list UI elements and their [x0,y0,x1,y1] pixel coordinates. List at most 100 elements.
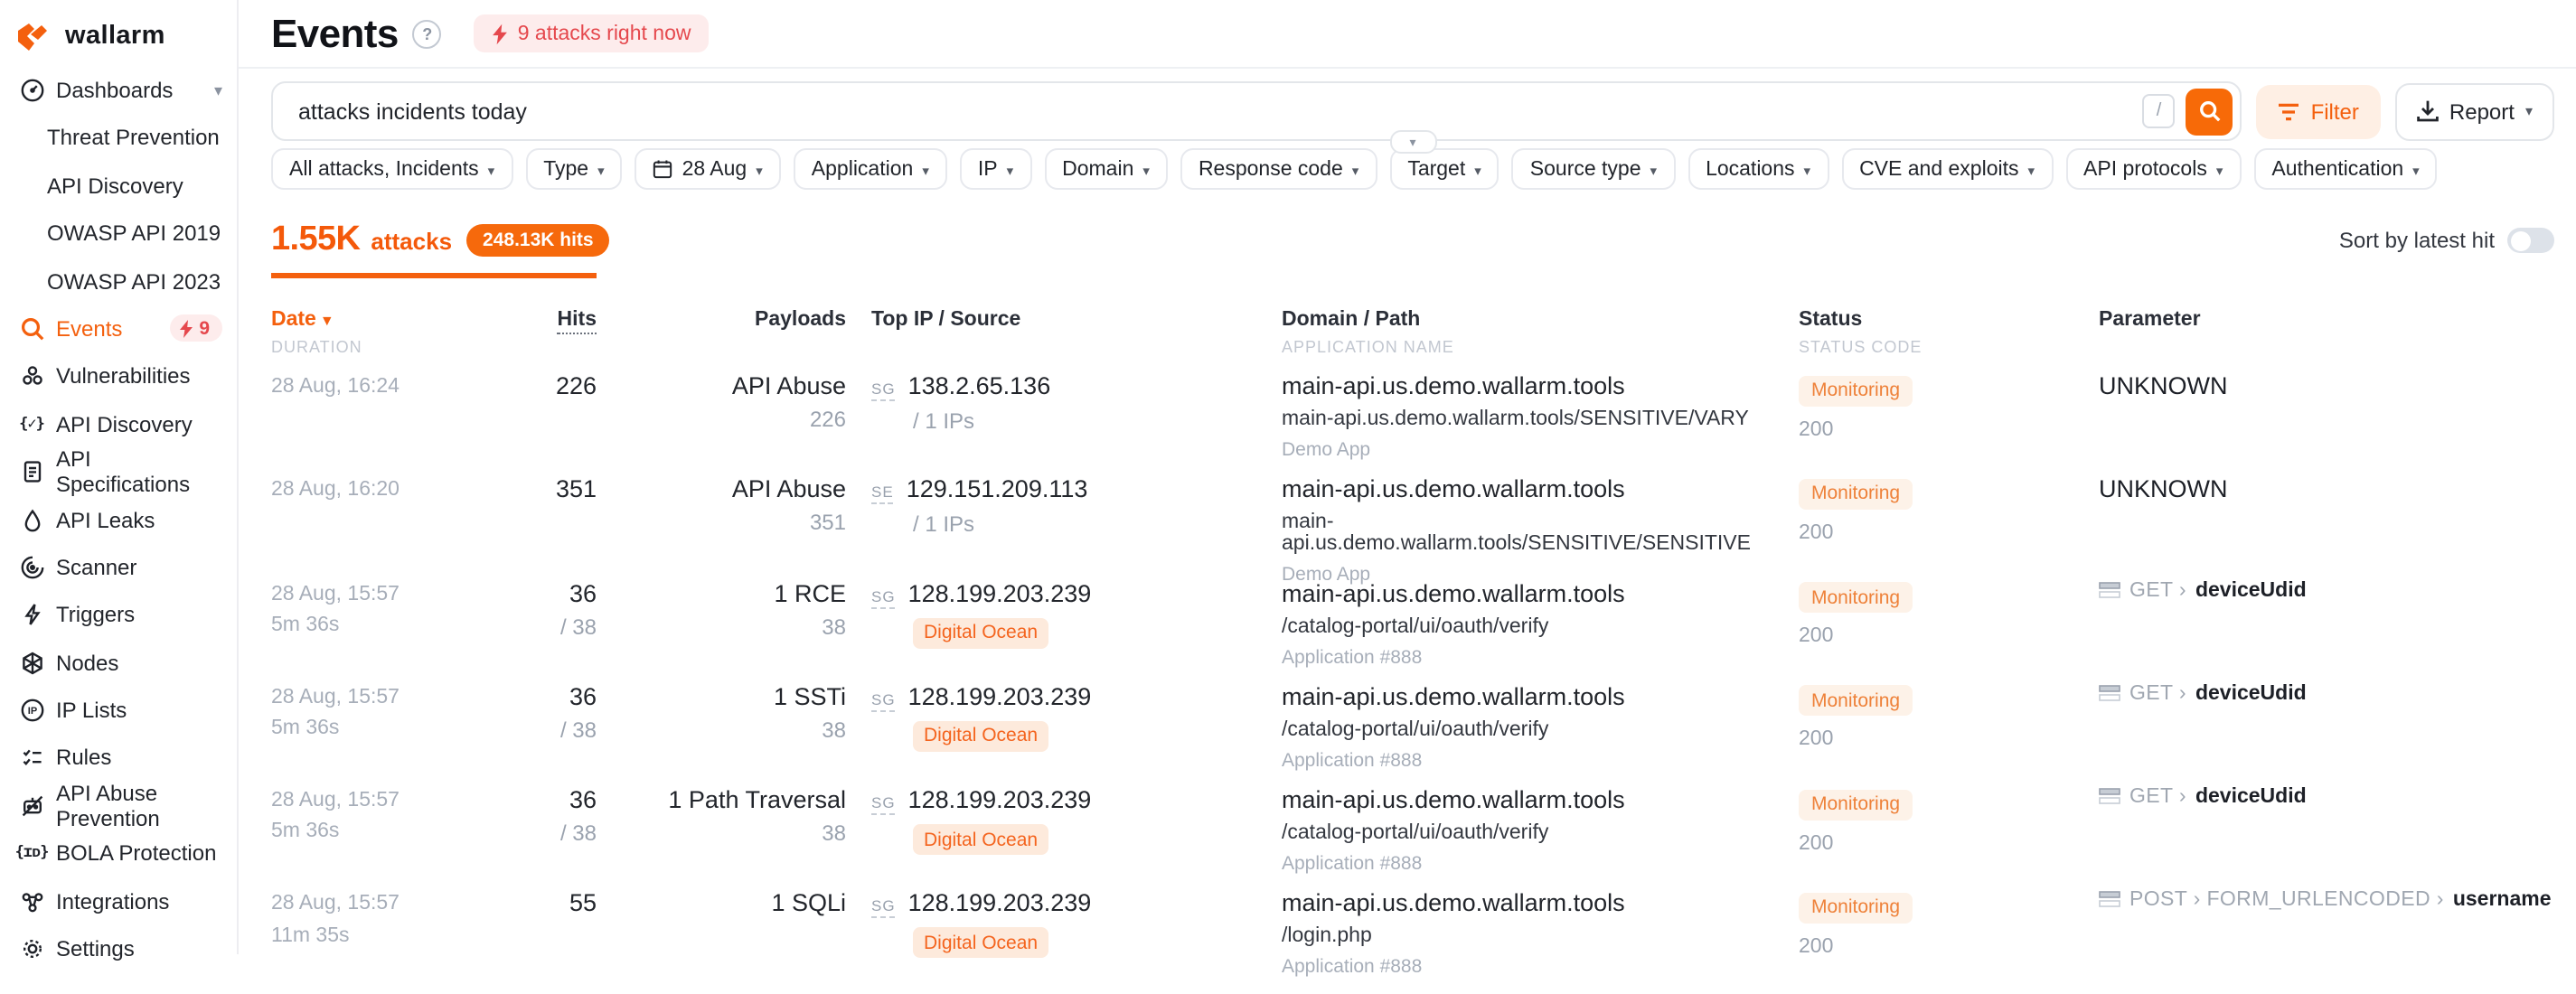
sort-toggle[interactable] [2507,228,2554,253]
target-domain[interactable]: main-api.us.demo.wallarm.tools [1282,683,1799,710]
country-code[interactable]: SG [871,586,896,608]
hits-count: 55 [488,890,597,917]
chevron-down-icon: ▾ [1352,162,1359,178]
source-ip[interactable]: 129.151.209.113 [907,476,1088,503]
sidebar-item-triggers[interactable]: Triggers [18,597,237,633]
filter-chip[interactable]: Response code▾ [1180,148,1377,190]
lightning-icon [18,602,45,629]
attack-count-unit: attacks [371,227,452,254]
request-part-icon [2099,685,2120,703]
filter-chip[interactable]: 28 Aug▾ [635,148,781,190]
sidebar-item-integrations[interactable]: Integrations [18,883,237,919]
filter-chip[interactable]: CVE and exploits▾ [1841,148,2053,190]
column-header-date[interactable]: Date▼ [271,309,488,331]
chevron-down-icon: ▾ [756,162,763,178]
country-code[interactable]: SG [871,690,896,712]
filter-chip-label: Domain [1062,158,1133,180]
sidebar-item-events[interactable]: Events 9 [18,311,237,347]
source-provider-badge[interactable]: Digital Ocean [913,824,1048,855]
sidebar-item-bola-protection[interactable]: {ɪᴅ} BOLA Protection [18,836,237,872]
source-ip[interactable]: 128.199.203.239 [908,579,1092,606]
filter-chip[interactable]: Locations▾ [1688,148,1829,190]
country-code[interactable]: SG [871,897,896,919]
filter-chip[interactable]: Application▾ [794,148,947,190]
target-domain[interactable]: main-api.us.demo.wallarm.tools [1282,890,1799,917]
help-icon[interactable]: ? [413,19,442,48]
payload-type: 1 SQLi [597,890,846,917]
hits-total: / 38 [488,717,597,743]
source-provider-badge[interactable]: Digital Ocean [913,617,1048,648]
lightning-icon [179,320,193,338]
sidebar-item-api-abuse-prevention[interactable]: API Abuse Prevention [18,788,237,824]
source-ip[interactable]: 128.199.203.239 [908,786,1092,813]
filter-chip[interactable]: Target▾ [1389,148,1499,190]
status-code: 200 [1799,522,2099,544]
chevron-down-icon: ▾ [2028,162,2035,178]
table-row[interactable]: 28 Aug, 15:57 5m 36s 36 / 38 1 Path Trav… [271,786,2554,890]
param-name[interactable]: deviceUdid [2195,786,2307,808]
sidebar-item-nodes[interactable]: Nodes [18,644,237,680]
table-row[interactable]: 28 Aug, 15:57 5m 36s 36 / 38 1 RCE 38 SG… [271,579,2554,683]
country-code[interactable]: SG [871,380,896,401]
hits-total: / 38 [488,821,597,846]
sidebar-item-scanner[interactable]: Scanner [18,549,237,586]
hits-badge[interactable]: 248.13K hits [466,224,610,257]
hits-count: 36 [488,786,597,813]
country-code[interactable]: SG [871,793,896,815]
sidebar-item-label: API Leaks [56,507,155,532]
param-name[interactable]: UNKNOWN [2099,476,2228,503]
wallarm-logo[interactable]: wallarm [18,14,237,58]
filter-chip[interactable]: Domain▾ [1044,148,1168,190]
sidebar-item-vulnerabilities[interactable]: Vulnerabilities [18,359,237,395]
target-domain[interactable]: main-api.us.demo.wallarm.tools [1282,579,1799,606]
sidebar-item-owasp-2023[interactable]: OWASP API 2023 [18,263,237,299]
sidebar-item-api-leaks[interactable]: API Leaks [18,502,237,538]
filter-lines-icon [2279,102,2300,120]
target-path: main-api.us.demo.wallarm.tools/SENSITIVE… [1282,408,1799,430]
filter-chip[interactable]: Type▾ [525,148,622,190]
attacks-now-badge[interactable]: 9 attacks right now [475,14,710,52]
param-name[interactable]: deviceUdid [2195,579,2307,601]
table-row[interactable]: 28 Aug, 15:57 11m 35s 55 1 SQLi SG 128.1… [271,890,2554,994]
sidebar-item-rules[interactable]: Rules [18,740,237,776]
chevron-down-icon[interactable]: ▾ [214,80,222,100]
search-button[interactable] [2186,88,2233,135]
status-badge: Monitoring [1799,582,1913,613]
sort-label: Sort by latest hit [2339,228,2495,253]
sidebar-item-api-discovery-dash[interactable]: API Discovery [18,168,237,204]
sidebar-item-settings[interactable]: Settings [18,931,237,967]
column-header-hits[interactable]: Hits [488,309,597,356]
param-name[interactable]: deviceUdid [2195,683,2307,705]
source-ip[interactable]: 128.199.203.239 [908,890,1092,917]
param-name[interactable]: UNKNOWN [2099,372,2228,399]
sidebar-item-owasp-2019[interactable]: OWASP API 2019 [18,215,237,251]
sidebar-item-threat-prevention[interactable]: Threat Prevention [18,120,237,156]
sidebar-item-api-discovery[interactable]: {✓} API Discovery [18,406,237,442]
filter-button[interactable]: Filter [2257,84,2381,138]
target-domain[interactable]: main-api.us.demo.wallarm.tools [1282,476,1799,503]
table-row[interactable]: 28 Aug, 16:20 351 API Abuse 351 SE 129.1… [271,476,2554,580]
table-row[interactable]: 28 Aug, 15:57 5m 36s 36 / 38 1 SSTi 38 S… [271,683,2554,787]
search-input[interactable] [295,97,2143,126]
filter-chip[interactable]: Source type▾ [1512,148,1675,190]
source-ip[interactable]: 138.2.65.136 [908,372,1051,399]
filter-chip[interactable]: IP▾ [960,148,1031,190]
sidebar-item-api-specifications[interactable]: API Specifications [18,454,237,490]
search-box[interactable]: / [271,81,2242,141]
sidebar-item-dashboards[interactable]: Dashboards ▾ [18,72,237,108]
target-domain[interactable]: main-api.us.demo.wallarm.tools [1282,372,1799,399]
filter-chip[interactable]: All attacks, Incidents▾ [271,148,512,190]
target-domain[interactable]: main-api.us.demo.wallarm.tools [1282,786,1799,813]
table-row[interactable]: 28 Aug, 16:24 226 API Abuse 226 SG 138.2… [271,372,2554,476]
sidebar-item-label: IP Lists [56,698,127,723]
sidebar-item-ip-lists[interactable]: IP IP Lists [18,692,237,728]
event-date: 28 Aug, 15:57 [271,683,488,715]
filter-chip[interactable]: API protocols▾ [2065,148,2241,190]
filter-chip[interactable]: Authentication▾ [2253,148,2437,190]
expand-search-button[interactable]: ▾ [1389,130,1436,154]
source-ip[interactable]: 128.199.203.239 [908,683,1092,710]
param-name[interactable]: username [2453,890,2552,912]
source-provider-badge[interactable]: Digital Ocean [913,721,1048,752]
report-button[interactable]: Report ▾ [2395,82,2554,140]
country-code[interactable]: SE [871,483,894,505]
